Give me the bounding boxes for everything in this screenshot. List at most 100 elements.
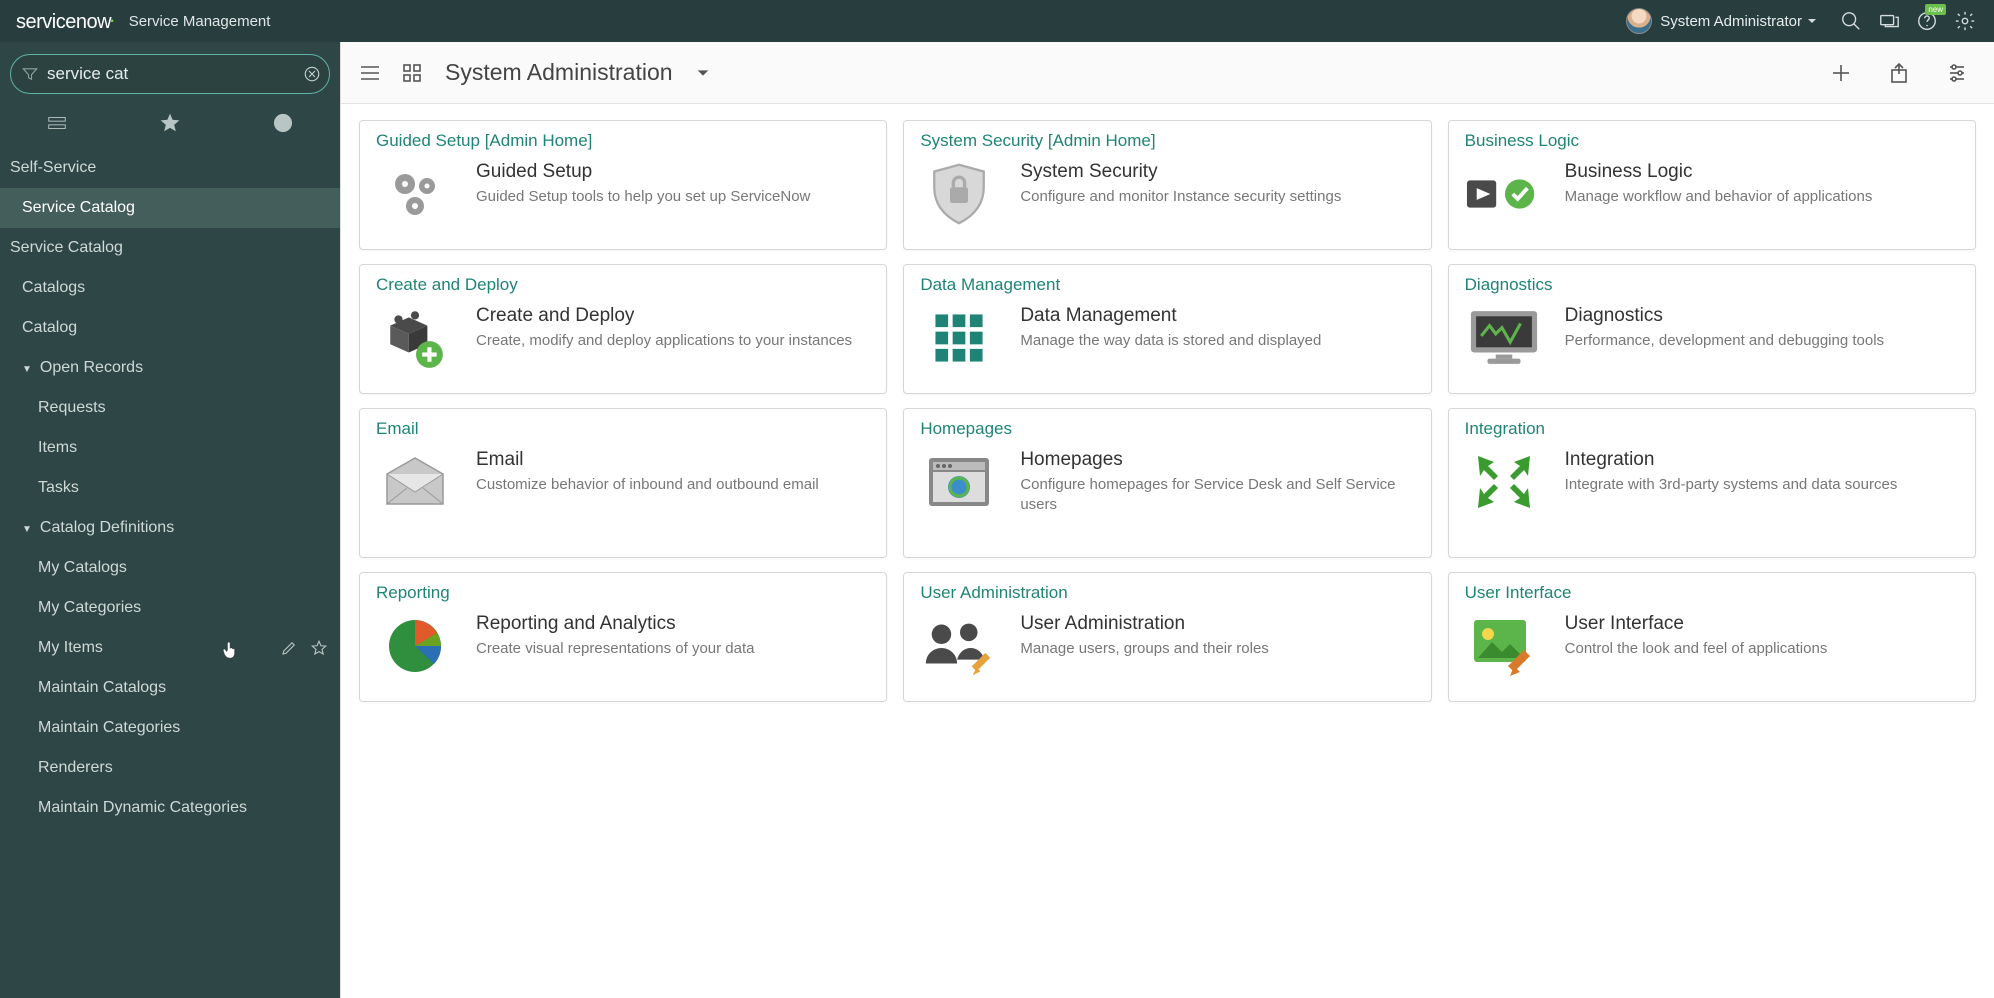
filter-input[interactable] [47, 64, 295, 84]
nav-item[interactable]: My Categories [0, 588, 340, 628]
card-title: Data Management [1020, 305, 1321, 327]
card-header-link[interactable]: Homepages [920, 419, 1414, 439]
card-title: Business Logic [1565, 161, 1873, 183]
nav-item[interactable]: Self-Service [0, 148, 340, 188]
page-dropdown-icon[interactable] [695, 65, 711, 81]
homepage-card[interactable]: Guided Setup [Admin Home]Guided SetupGui… [359, 120, 887, 250]
homepage-card[interactable]: Integration Integration Integrate with 3rd… [1448, 408, 1976, 558]
nav-item[interactable]: Service Catalog [0, 228, 340, 268]
card-title: User Interface [1565, 613, 1828, 635]
homepage-card[interactable]: DiagnosticsDiagnosticsPerformance, devel… [1448, 264, 1976, 394]
card-header-link[interactable]: Guided Setup [Admin Home] [376, 131, 870, 151]
user-name[interactable]: System Administrator [1660, 13, 1802, 30]
app-name: Service Management [129, 13, 271, 30]
content-header: System Administration [341, 42, 1994, 104]
nav-item[interactable]: My Items [0, 628, 340, 668]
card-header-link[interactable]: User Administration [920, 583, 1414, 603]
filter-funnel-icon [21, 65, 39, 83]
card-title: Diagnostics [1565, 305, 1884, 327]
brand-logo-service: service [16, 11, 76, 33]
card-title: System Security [1020, 161, 1341, 183]
card-header-link[interactable]: Email [376, 419, 870, 439]
card-header-link[interactable]: Reporting [376, 583, 870, 603]
card-title: User Administration [1020, 613, 1268, 635]
nav-item[interactable]: Tasks [0, 468, 340, 508]
nav-item-label: Catalog [22, 319, 77, 336]
card-title: Integration [1565, 449, 1898, 471]
list-view-icon[interactable] [355, 58, 385, 88]
nav-item[interactable]: Open Records [0, 348, 340, 388]
homepage-grid: Guided Setup [Admin Home]Guided SetupGui… [341, 104, 1994, 998]
homepage-card[interactable]: Homepages Homepages Configure homepages fo… [903, 408, 1431, 558]
nav-item-label: Service Catalog [22, 199, 135, 216]
messages-icon[interactable] [1870, 2, 1908, 40]
nav-item[interactable]: Maintain Catalogs [0, 668, 340, 708]
add-widget-icon[interactable] [1826, 58, 1856, 88]
nav-item[interactable]: Maintain Dynamic Categories [0, 788, 340, 828]
homepage-card[interactable]: System Security [Admin Home] System Secur… [903, 120, 1431, 250]
card-description: Create visual representations of your da… [476, 639, 755, 659]
avatar[interactable] [1626, 8, 1652, 34]
homepage-card[interactable]: ReportingReporting and AnalyticsCreate v… [359, 572, 887, 702]
card-icon [376, 611, 454, 681]
global-search-icon[interactable] [1832, 2, 1870, 40]
homepage-card[interactable]: Create and DeployCreate and DeployCreate… [359, 264, 887, 394]
history-tab-icon[interactable] [258, 112, 308, 134]
all-apps-tab-icon[interactable] [32, 112, 82, 134]
top-banner: servicenow. Service Management System Ad… [0, 0, 1994, 42]
brand-logo-dot: . [109, 2, 115, 27]
card-header-link[interactable]: Diagnostics [1465, 275, 1959, 295]
clear-filter-icon[interactable] [303, 65, 321, 83]
nav-item-label: Renderers [38, 759, 113, 776]
card-header-link[interactable]: Business Logic [1465, 131, 1959, 151]
homepage-card[interactable]: User InterfaceUser InterfaceControl the … [1448, 572, 1976, 702]
nav-item[interactable]: Maintain Categories [0, 708, 340, 748]
card-title: Email [476, 449, 819, 471]
homepage-card[interactable]: EmailEmailCustomize behavior of inbound … [359, 408, 887, 558]
brand-logo[interactable]: servicenow. [16, 8, 117, 34]
card-description: Manage the way data is stored and displa… [1020, 331, 1321, 351]
homepage-card[interactable]: Data Management Data Management Manage the… [903, 264, 1431, 394]
card-title: Homepages [1020, 449, 1414, 471]
nav-tabs [0, 102, 340, 148]
grid-view-icon[interactable] [397, 58, 427, 88]
user-menu-caret-icon[interactable] [1806, 15, 1818, 27]
card-icon [1465, 611, 1543, 681]
favorites-tab-icon[interactable] [145, 112, 195, 134]
help-icon[interactable]: new [1908, 2, 1946, 40]
configure-icon[interactable] [1942, 58, 1972, 88]
nav-item[interactable]: Requests [0, 388, 340, 428]
edit-icon[interactable] [280, 639, 298, 657]
card-description: Integrate with 3rd-party systems and dat… [1565, 475, 1898, 495]
navigator-sidebar: Self-Service Service Catalog Service Catal… [0, 42, 340, 998]
nav-item-label: Tasks [38, 479, 79, 496]
card-header-link[interactable]: System Security [Admin Home] [920, 131, 1414, 151]
card-description: Configure and monitor Instance security … [1020, 187, 1341, 207]
card-icon [1465, 159, 1543, 229]
nav-item-label: Self-Service [10, 159, 96, 176]
nav-item[interactable]: Renderers [0, 748, 340, 788]
nav-item-label: Items [38, 439, 77, 456]
settings-gear-icon[interactable] [1946, 2, 1984, 40]
nav-item-label: Requests [38, 399, 106, 416]
card-description: Configure homepages for Service Desk and… [1020, 475, 1414, 516]
card-header-link[interactable]: Integration [1465, 419, 1959, 439]
share-icon[interactable] [1884, 58, 1914, 88]
card-header-link[interactable]: Data Management [920, 275, 1414, 295]
nav-item[interactable]: Catalog [0, 308, 340, 348]
nav-item[interactable]: My Catalogs [0, 548, 340, 588]
card-description: Manage workflow and behavior of applicat… [1565, 187, 1873, 207]
nav-item-label: Service Catalog [10, 239, 123, 256]
filter-input-wrap[interactable] [10, 54, 330, 94]
homepage-card[interactable]: Business Logic Business Logic Manage workf… [1448, 120, 1976, 250]
card-icon [1465, 303, 1543, 373]
nav-item[interactable]: Items [0, 428, 340, 468]
homepage-card[interactable]: User AdministrationUser AdministrationMa… [903, 572, 1431, 702]
nav-item[interactable]: Catalog Definitions [0, 508, 340, 548]
favorite-star-icon[interactable] [310, 639, 328, 657]
nav-item[interactable]: Catalogs [0, 268, 340, 308]
nav-item-label: Catalog Definitions [40, 519, 174, 536]
nav-item[interactable]: Service Catalog [0, 188, 340, 228]
card-header-link[interactable]: User Interface [1465, 583, 1959, 603]
card-header-link[interactable]: Create and Deploy [376, 275, 870, 295]
